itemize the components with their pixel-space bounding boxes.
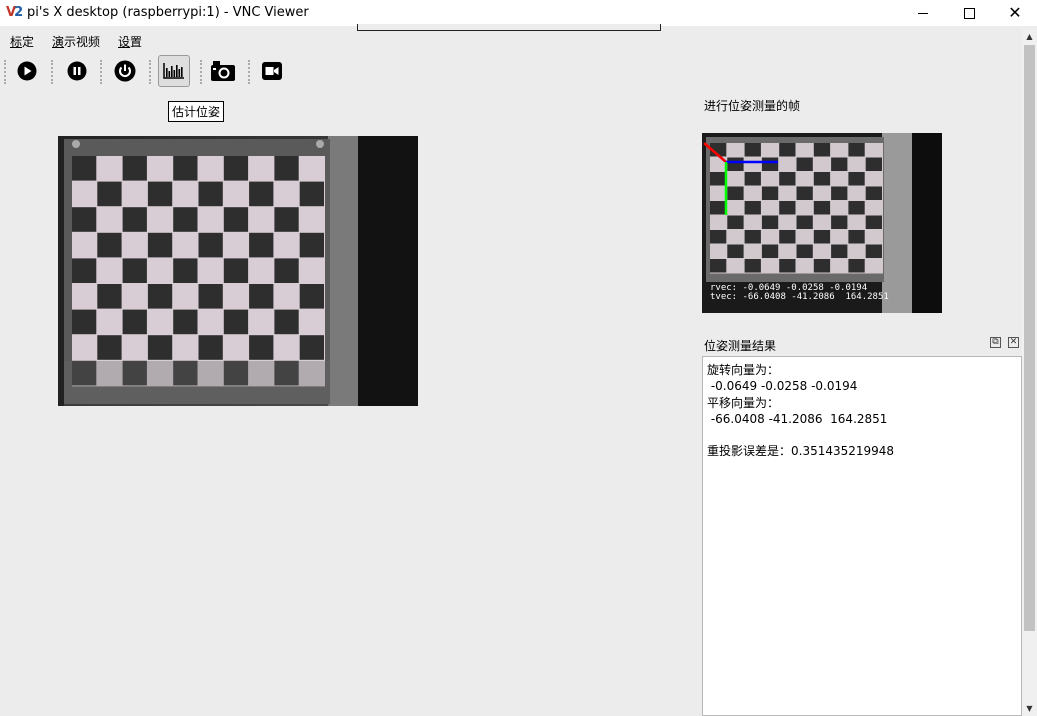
close-panel-button[interactable]: ✕ — [1008, 337, 1019, 348]
result-line: 重投影误差是：0.351435219948 — [707, 444, 895, 459]
menu-demo-video[interactable]: 演示视频 — [52, 33, 100, 50]
result-line: -66.0408 -41.2086 164.2851 — [707, 411, 888, 426]
result-line: 旋转向量为： — [707, 363, 780, 377]
checkerboard-image — [58, 136, 418, 406]
power-button[interactable] — [109, 55, 141, 87]
camera-icon — [211, 61, 235, 81]
maximize-icon — [963, 7, 975, 19]
scroll-up-icon[interactable]: ▲ — [1022, 30, 1037, 44]
scroll-down-icon[interactable]: ▼ — [1022, 702, 1037, 716]
pose-estimate-icon — [163, 63, 184, 79]
toolbar-separator — [149, 60, 151, 84]
result-panel-title: 位姿测量结果 — [704, 339, 777, 353]
menu-settings[interactable]: 设置 — [118, 33, 142, 50]
play-button[interactable] — [11, 55, 43, 87]
toolbar-separator — [248, 60, 250, 84]
toolbar-separator — [51, 60, 53, 84]
pause-icon — [67, 61, 87, 81]
pose-frame-view: rvec: -0.0649 -0.0258 -0.0194 tvec: -66.… — [702, 133, 942, 313]
menu-calibration[interactable]: 标定 — [10, 33, 34, 50]
live-camera-view — [58, 136, 418, 406]
toolbar-separator — [200, 60, 202, 84]
snapshot-button[interactable] — [207, 55, 239, 87]
vertical-scrollbar[interactable]: ▲ ▼ — [1022, 30, 1037, 716]
result-text-area[interactable]: 旋转向量为： -0.0649 -0.0258 -0.0194 平移向量为： -6… — [702, 356, 1022, 716]
toolbar — [0, 54, 300, 88]
toolbar-separator — [100, 60, 102, 84]
title-bar: V2 pi's X desktop (raspberrypi:1) - VNC … — [0, 0, 1037, 26]
video-icon — [262, 62, 282, 80]
vnc-logo-icon: V2 — [6, 5, 23, 20]
pause-button[interactable] — [61, 55, 93, 87]
result-line: -0.0649 -0.0258 -0.0194 — [707, 379, 858, 394]
minimize-icon — [918, 12, 928, 14]
pose-estimate-button[interactable] — [158, 55, 190, 87]
float-panel-button[interactable]: ⧉ — [990, 337, 1001, 348]
close-window-button[interactable]: ✕ — [992, 0, 1037, 26]
toolbar-separator — [4, 60, 6, 84]
window-title: pi's X desktop (raspberrypi:1) - VNC Vie… — [27, 5, 309, 20]
float-icon: ⧉ — [992, 337, 999, 347]
minimize-button[interactable] — [900, 0, 946, 26]
close-icon: ✕ — [1009, 337, 1018, 347]
result-line: 平移向量为： — [707, 395, 780, 410]
frame-panel-label: 进行位姿测量的帧 — [704, 99, 801, 113]
play-icon — [17, 61, 37, 81]
result-line — [707, 427, 1017, 443]
record-video-button[interactable] — [256, 55, 288, 87]
menu-bar: 标定 演示视频 设置 — [0, 30, 1020, 50]
toolbar-tooltip: 估计位姿 — [168, 101, 225, 122]
power-icon — [114, 60, 136, 82]
scrollbar-thumb[interactable] — [1024, 45, 1035, 631]
close-icon: ✕ — [1008, 3, 1022, 22]
maximize-button[interactable] — [946, 0, 992, 26]
tvec-overlay-text: tvec: -66.0408 -41.2086 164.2851 — [710, 292, 889, 302]
